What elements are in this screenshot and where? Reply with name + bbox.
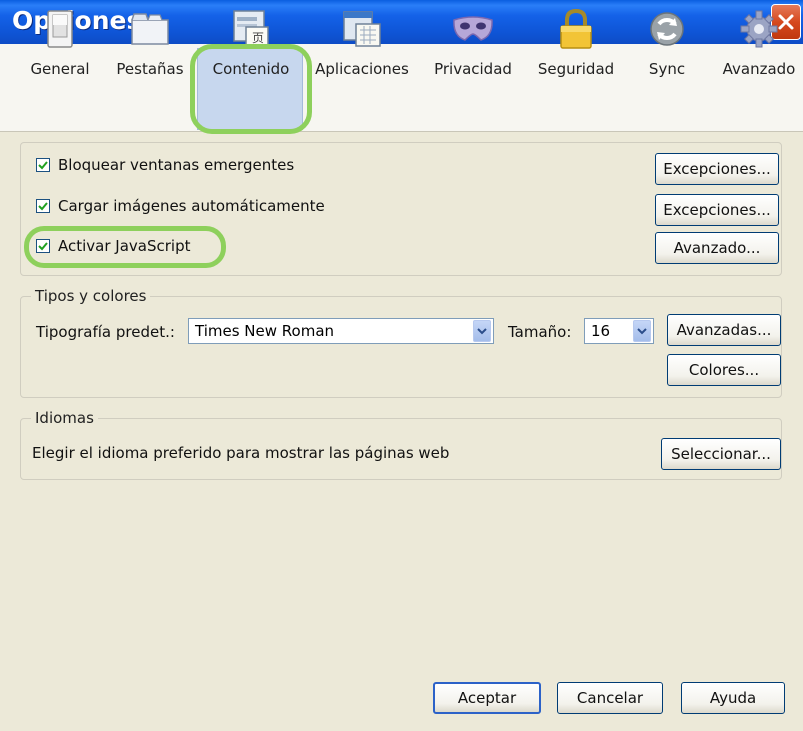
default-font-select[interactable]: Times New Roman	[188, 318, 494, 344]
popups-checkbox[interactable]	[36, 158, 50, 172]
languages-description: Elegir el idioma preferido para mostrar …	[32, 444, 450, 462]
switch-icon	[37, 6, 83, 52]
tab-seguridad-label: Seguridad	[537, 60, 615, 78]
javascript-highlight-ring	[24, 226, 226, 268]
mask-icon	[450, 6, 496, 52]
tab-privacidad[interactable]: Privacidad	[430, 0, 516, 88]
images-exceptions-button[interactable]: Excepciones...	[655, 194, 779, 226]
tab-pestanas[interactable]: Pestañas	[112, 0, 188, 88]
javascript-advanced-button[interactable]: Avanzado...	[655, 232, 779, 264]
size-label: Tamaño:	[508, 323, 572, 341]
tab-seguridad[interactable]: Seguridad	[532, 0, 620, 88]
tab-pestanas-label: Pestañas	[116, 60, 184, 78]
default-font-value: Times New Roman	[195, 322, 335, 340]
font-size-value: 16	[591, 322, 611, 340]
tab-aplicaciones[interactable]: Aplicaciones	[312, 0, 412, 88]
tab-privacidad-label: Privacidad	[434, 60, 512, 78]
fonts-advanced-button[interactable]: Avanzadas...	[667, 314, 781, 346]
tab-sync[interactable]: Sync	[636, 0, 698, 88]
tab-general-label: General	[30, 60, 90, 78]
check-icon	[38, 202, 48, 211]
tab-avanzado[interactable]: Avanzado	[716, 0, 802, 88]
contenido-highlight-ring	[190, 44, 312, 134]
cancel-button[interactable]: Cancelar	[557, 682, 663, 714]
default-font-label: Tipografía predet.:	[36, 323, 175, 341]
tab-aplicaciones-label: Aplicaciones	[315, 60, 409, 78]
fonts-colors-legend: Tipos y colores	[31, 287, 151, 305]
popups-exceptions-button[interactable]: Excepciones...	[655, 153, 779, 185]
tab-avanzado-label: Avanzado	[722, 60, 796, 78]
options-window: Opciones General Pestañas 页 Contenido Ap…	[0, 0, 803, 731]
popups-label[interactable]: Bloquear ventanas emergentes	[58, 156, 294, 174]
tab-sync-label: Sync	[648, 60, 686, 78]
help-button[interactable]: Ayuda	[681, 682, 785, 714]
languages-legend: Idiomas	[31, 409, 98, 427]
images-label[interactable]: Cargar imágenes automáticamente	[58, 197, 325, 215]
colors-button[interactable]: Colores...	[667, 354, 781, 386]
popups-row: Bloquear ventanas emergentes	[36, 155, 294, 175]
gear-icon	[736, 6, 782, 52]
images-checkbox[interactable]	[36, 199, 50, 213]
svg-text:页: 页	[252, 31, 264, 45]
tabs-icon	[127, 6, 173, 52]
font-size-select[interactable]: 16	[584, 318, 654, 344]
check-icon	[38, 161, 48, 170]
select-language-button[interactable]: Seleccionar...	[661, 438, 781, 470]
chevron-down-icon[interactable]	[473, 320, 491, 342]
ok-button[interactable]: Aceptar	[433, 682, 541, 714]
lock-icon	[553, 6, 599, 52]
applications-icon	[339, 6, 385, 52]
tab-general[interactable]: General	[24, 0, 96, 88]
chevron-down-icon[interactable]	[633, 320, 651, 342]
sync-icon	[644, 6, 690, 52]
images-row: Cargar imágenes automáticamente	[36, 196, 325, 216]
